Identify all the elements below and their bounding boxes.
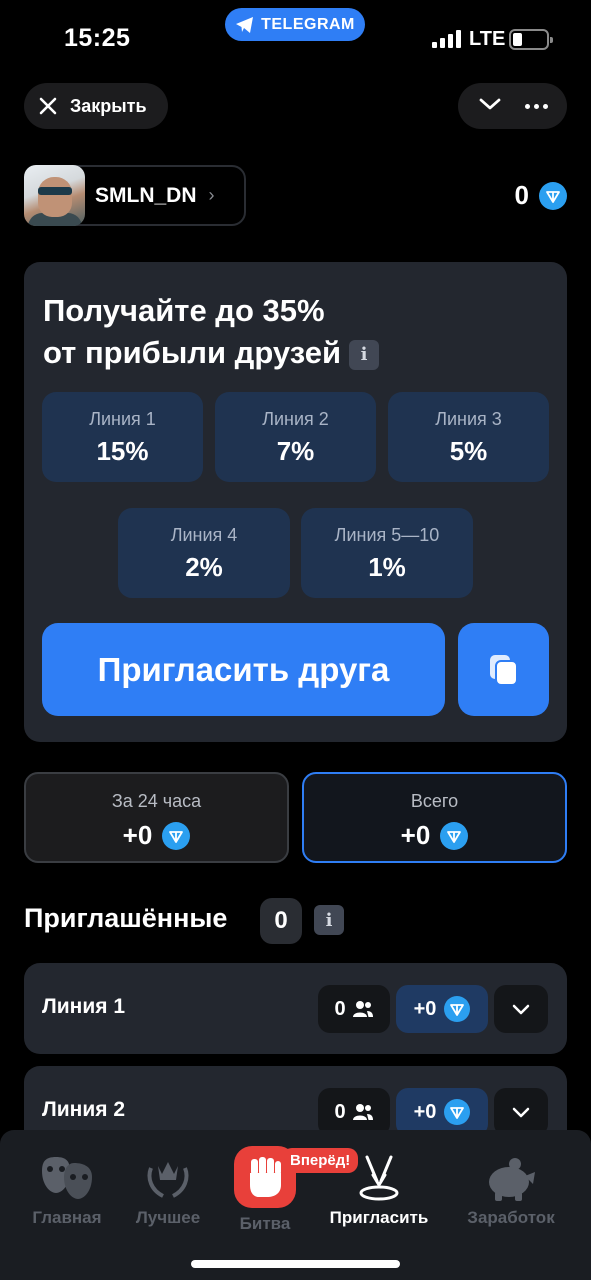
line-rate-3: Линия 3 5% xyxy=(388,392,549,482)
line-rate-5-10: Линия 5—10 1% xyxy=(301,508,473,598)
piggy-bank-icon xyxy=(489,1158,535,1201)
status-time: 15:25 xyxy=(64,24,131,52)
nav-item-earnings[interactable]: Заработок xyxy=(458,1148,564,1228)
expand-button[interactable] xyxy=(494,985,548,1033)
nav-item-best[interactable]: Лучшее xyxy=(113,1148,223,1228)
invite-friend-button[interactable]: Пригласить друга xyxy=(42,623,445,716)
telegram-pill[interactable]: TELEGRAM xyxy=(225,8,365,41)
network-label: LTE xyxy=(469,28,506,50)
invited-line-row-1[interactable]: Линия 1 0 +0 xyxy=(24,963,567,1054)
line-earnings-value: +0 xyxy=(413,1100,437,1123)
user-profile-button[interactable]: SMLN_DN › xyxy=(24,165,246,226)
telegram-icon xyxy=(236,16,254,33)
line-rate-label: Линия 3 xyxy=(435,409,502,429)
more-button[interactable] xyxy=(524,103,548,109)
referral-card: Получайте до 35% от прибыли друзей i Лини… xyxy=(24,262,567,742)
stat-value: +0 xyxy=(400,820,431,850)
top-menu-pill xyxy=(458,83,567,129)
line-earnings-value: +0 xyxy=(413,997,437,1020)
expand-button[interactable] xyxy=(494,1088,548,1136)
avatar xyxy=(24,165,85,226)
users-icon xyxy=(352,1001,373,1017)
status-bar: 15:25 TELEGRAM LTE xyxy=(0,0,591,70)
chevron-down-icon xyxy=(512,1107,530,1117)
close-button[interactable]: Закрыть xyxy=(24,83,168,129)
friends-count: 0 xyxy=(318,1088,390,1136)
line-rate-label: Линия 5—10 xyxy=(334,525,440,545)
referral-title: Получайте до 35% от прибыли друзей i xyxy=(43,290,443,374)
referral-title-line2: от прибыли друзей xyxy=(43,335,341,370)
line-earnings: +0 xyxy=(396,1088,488,1136)
invited-count: 0 xyxy=(260,898,302,944)
line-rate-value: 15% xyxy=(96,436,149,466)
invite-icon xyxy=(359,1155,399,1201)
info-icon[interactable]: i xyxy=(349,339,379,370)
friends-count-value: 0 xyxy=(334,997,346,1020)
line-rate-1: Линия 1 15% xyxy=(42,392,203,482)
line-rate-value: 1% xyxy=(368,552,406,582)
line-name: Линия 1 xyxy=(42,995,126,1018)
balance-value: 0 xyxy=(514,180,529,210)
line-rate-value: 5% xyxy=(449,436,488,466)
stat-total[interactable]: Всего +0 xyxy=(302,772,567,863)
ton-icon xyxy=(444,996,471,1022)
line-rate-value: 7% xyxy=(276,436,315,466)
close-label: Закрыть xyxy=(70,95,147,116)
chevron-right-icon: › xyxy=(208,185,215,205)
line-rate-label: Линия 1 xyxy=(89,409,156,429)
stat-label: За 24 часа xyxy=(111,791,202,811)
copy-icon xyxy=(489,654,518,686)
nav-item-home[interactable]: Главная xyxy=(12,1148,122,1228)
battery-icon xyxy=(509,29,553,50)
nav-label: Главная xyxy=(32,1208,102,1227)
line-rate-label: Линия 2 xyxy=(262,409,329,429)
ton-icon xyxy=(444,1099,471,1125)
invited-title: Приглашённые xyxy=(24,903,228,933)
close-icon xyxy=(39,97,57,115)
nav-label: Заработок xyxy=(467,1208,555,1227)
stat-label: Всего xyxy=(410,791,459,811)
signal-icon xyxy=(432,30,461,48)
users-icon xyxy=(352,1104,373,1120)
ton-icon xyxy=(539,181,567,210)
info-icon[interactable]: i xyxy=(314,905,344,935)
laurel-crown-icon xyxy=(147,1162,189,1198)
friends-count: 0 xyxy=(318,985,390,1033)
line-rate-4: Линия 4 2% xyxy=(118,508,290,598)
chevron-down-icon xyxy=(512,1004,530,1014)
line-rate-value: 2% xyxy=(185,552,223,582)
username: SMLN_DN xyxy=(95,183,197,207)
line-name: Линия 2 xyxy=(42,1098,126,1121)
referral-title-line1: Получайте до 35% xyxy=(43,293,325,328)
stat-value: +0 xyxy=(122,820,153,850)
copy-link-button[interactable] xyxy=(458,623,549,716)
bottom-nav: Главная Лучшее Битва Вперёд! Пригласить … xyxy=(0,1130,591,1280)
collapse-button[interactable] xyxy=(478,97,502,116)
home-indicator xyxy=(191,1260,400,1268)
ton-icon xyxy=(440,821,469,850)
nav-label: Лучшее xyxy=(135,1208,201,1227)
balance: 0 xyxy=(515,180,567,211)
telegram-pill-label: TELEGRAM xyxy=(261,15,355,33)
stat-24h[interactable]: За 24 часа +0 xyxy=(24,772,289,863)
line-earnings: +0 xyxy=(396,985,488,1033)
ton-icon xyxy=(162,821,191,850)
nav-label: Пригласить xyxy=(329,1208,429,1227)
nav-item-invite[interactable]: Пригласить xyxy=(324,1148,434,1228)
line-rate-2: Линия 2 7% xyxy=(215,392,376,482)
line-rate-label: Линия 4 xyxy=(170,525,238,545)
masks-icon xyxy=(42,1157,92,1199)
friends-count-value: 0 xyxy=(334,1100,346,1123)
fist-icon xyxy=(250,1157,281,1197)
chevron-down-icon xyxy=(479,98,500,109)
nav-label: Битва xyxy=(239,1214,291,1233)
